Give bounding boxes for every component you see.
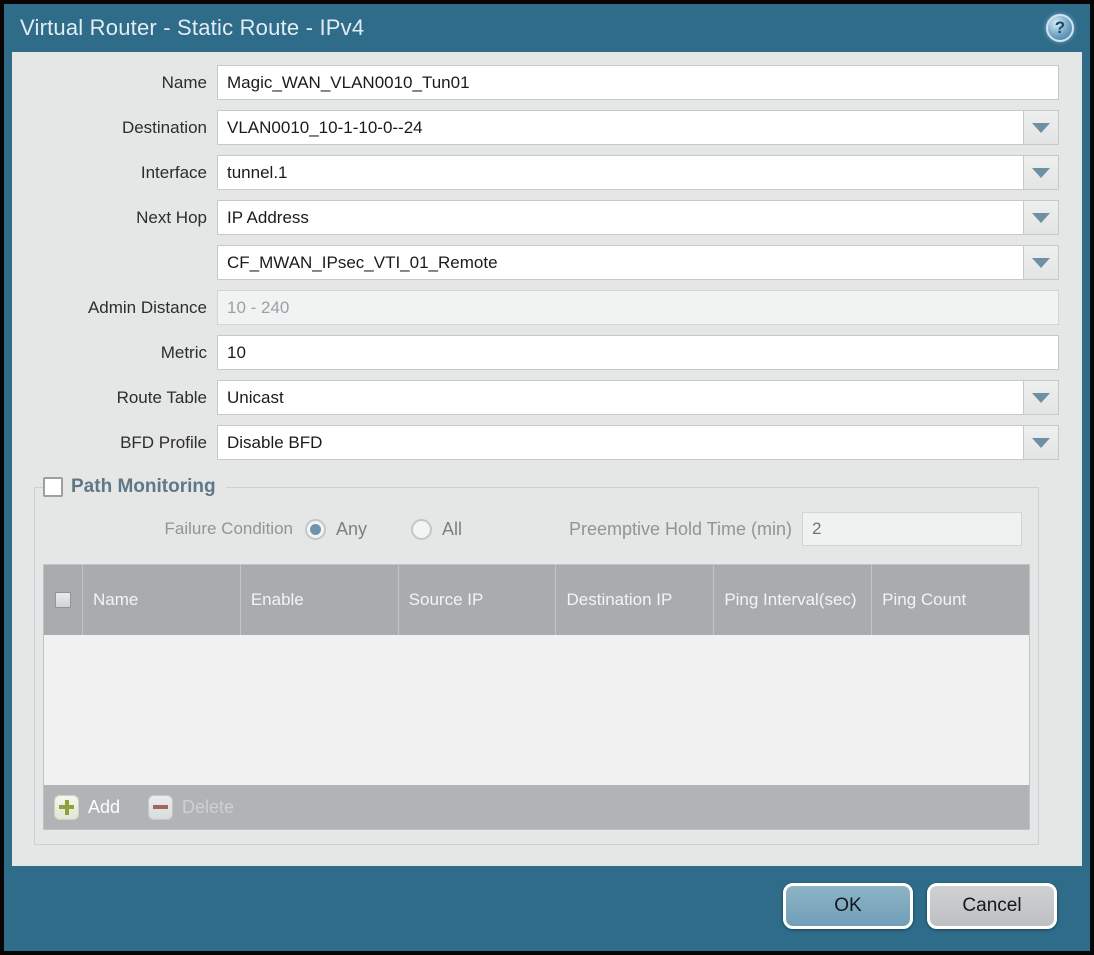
col-header-destination-ip: Destination IP [555, 565, 713, 635]
dialog-title: Virtual Router - Static Route - IPv4 [20, 15, 365, 40]
form-row-name: Name [12, 65, 1059, 100]
form-row-admin-distance: Admin Distance [12, 290, 1059, 325]
help-icon[interactable]: ? [1046, 14, 1074, 42]
metric-label: Metric [160, 342, 207, 362]
interface-input[interactable] [217, 155, 1024, 190]
route-table-label: Route Table [116, 387, 207, 407]
form-row-bfd-profile: BFD Profile [12, 425, 1059, 460]
radio-all-icon[interactable] [411, 518, 433, 540]
path-monitoring-title: Path Monitoring [71, 476, 216, 497]
name-label: Name [161, 72, 207, 92]
static-route-dialog: Virtual Router - Static Route - IPv4 ? N… [0, 0, 1094, 955]
bfd-profile-input[interactable] [217, 425, 1024, 460]
ok-button[interactable]: OK [783, 882, 913, 929]
cancel-button[interactable]: Cancel [927, 882, 1057, 929]
form-row-route-table: Route Table [12, 380, 1059, 415]
form-row-interface: Interface [12, 155, 1059, 190]
col-header-name: Name [82, 565, 240, 635]
preemptive-hold-time-label: Preemptive Hold Time (min) [568, 518, 792, 539]
destination-label: Destination [121, 117, 207, 137]
form-row-next-hop-address [12, 245, 1059, 280]
col-header-ping-interval: Ping Interval(sec) [713, 565, 871, 635]
form-row-destination: Destination [12, 110, 1059, 145]
bfd-profile-label: BFD Profile [120, 432, 207, 452]
table-header-checkbox-cell [44, 565, 82, 635]
table-body-empty [44, 635, 1029, 785]
destination-dropdown-button[interactable] [1023, 110, 1059, 145]
dialog-footer: OK Cancel [4, 866, 1090, 951]
chevron-down-icon [1032, 122, 1050, 133]
dialog-titlebar: Virtual Router - Static Route - IPv4 ? [4, 4, 1090, 52]
bfd-profile-dropdown-button[interactable] [1023, 425, 1059, 460]
chevron-down-icon [1032, 212, 1050, 223]
minus-icon [148, 794, 174, 820]
preemptive-hold-time-input[interactable] [802, 512, 1022, 546]
delete-button[interactable]: Delete [148, 794, 235, 820]
next-hop-type-dropdown-button[interactable] [1023, 200, 1059, 235]
next-hop-address-input[interactable] [217, 245, 1024, 280]
interface-dropdown-button[interactable] [1023, 155, 1059, 190]
chevron-down-icon [1032, 437, 1050, 448]
chevron-down-icon [1032, 392, 1050, 403]
radio-any-label: Any [336, 518, 368, 539]
chevron-down-icon [1032, 167, 1050, 178]
route-table-input[interactable] [217, 380, 1024, 415]
failure-condition-any-option[interactable]: Any [305, 518, 368, 540]
radio-all-label: All [442, 518, 463, 539]
table-toolbar: Add Delete [44, 785, 1029, 829]
metric-input[interactable] [217, 335, 1059, 370]
destination-input[interactable] [217, 110, 1024, 145]
next-hop-label: Next Hop [136, 207, 207, 227]
col-header-source-ip: Source IP [397, 565, 556, 635]
form-row-metric: Metric [12, 335, 1059, 370]
interface-label: Interface [140, 162, 207, 182]
name-input[interactable] [217, 65, 1059, 100]
plus-icon [54, 794, 79, 820]
path-monitoring-table: Name Enable Source IP Destination IP Pin… [43, 564, 1030, 830]
form-row-next-hop: Next Hop [12, 200, 1059, 235]
col-header-enable: Enable [239, 565, 398, 635]
col-header-ping-count: Ping Count [871, 565, 1029, 635]
select-all-checkbox[interactable] [55, 592, 71, 608]
radio-any-icon[interactable] [305, 518, 326, 540]
table-header-row: Name Enable Source IP Destination IP Pin… [44, 565, 1029, 635]
next-hop-address-dropdown-button[interactable] [1023, 245, 1059, 280]
path-monitoring-checkbox[interactable] [43, 477, 63, 497]
failure-condition-label: Failure Condition [164, 519, 293, 538]
admin-distance-label: Admin Distance [87, 297, 207, 317]
failure-condition-row: Failure Condition Any All Preemptive Hol… [43, 512, 1030, 546]
chevron-down-icon [1032, 257, 1050, 268]
failure-condition-all-option[interactable]: All [411, 518, 463, 540]
path-monitoring-section: Path Monitoring Failure Condition Any Al… [34, 476, 1039, 845]
route-table-dropdown-button[interactable] [1023, 380, 1059, 415]
next-hop-type-input[interactable] [217, 200, 1024, 235]
path-monitoring-legend: Path Monitoring [43, 476, 226, 498]
dialog-content: Name Destination Interface [12, 52, 1082, 866]
add-button[interactable]: Add [54, 794, 121, 820]
add-button-label: Add [88, 796, 121, 817]
delete-button-label: Delete [182, 796, 235, 817]
admin-distance-input[interactable] [217, 290, 1059, 325]
